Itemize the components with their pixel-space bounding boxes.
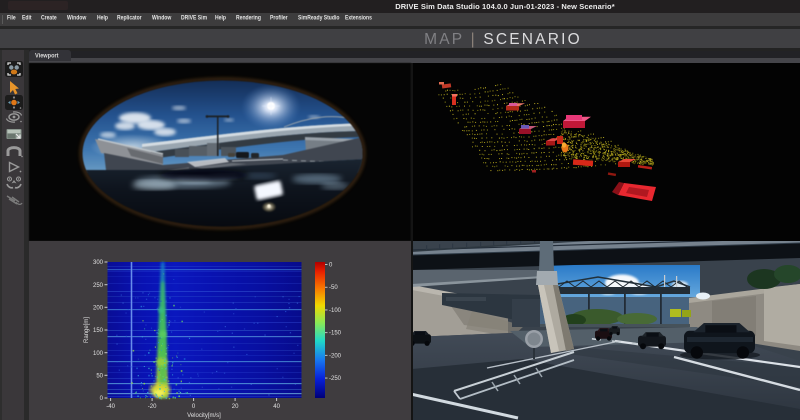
svg-text:200: 200 — [93, 306, 104, 312]
svg-text:300: 300 — [93, 260, 104, 266]
svg-text:-40: -40 — [106, 404, 115, 410]
svg-text:-150: -150 — [329, 331, 342, 337]
svg-text:40: 40 — [273, 404, 280, 410]
svg-text:-20: -20 — [148, 404, 157, 410]
svg-text:250: 250 — [93, 283, 104, 289]
svg-text:20: 20 — [232, 404, 239, 410]
svg-text:-250: -250 — [329, 376, 342, 382]
svg-text:100: 100 — [93, 351, 104, 357]
svg-text:-50: -50 — [329, 285, 338, 291]
svg-text:150: 150 — [93, 328, 104, 334]
svg-text:Velocity[m/s]: Velocity[m/s] — [187, 413, 221, 419]
svg-text:50: 50 — [96, 374, 103, 380]
svg-text:-200: -200 — [329, 353, 342, 359]
svg-text:Range[m]: Range[m] — [84, 317, 90, 343]
svg-text:-100: -100 — [329, 308, 342, 314]
